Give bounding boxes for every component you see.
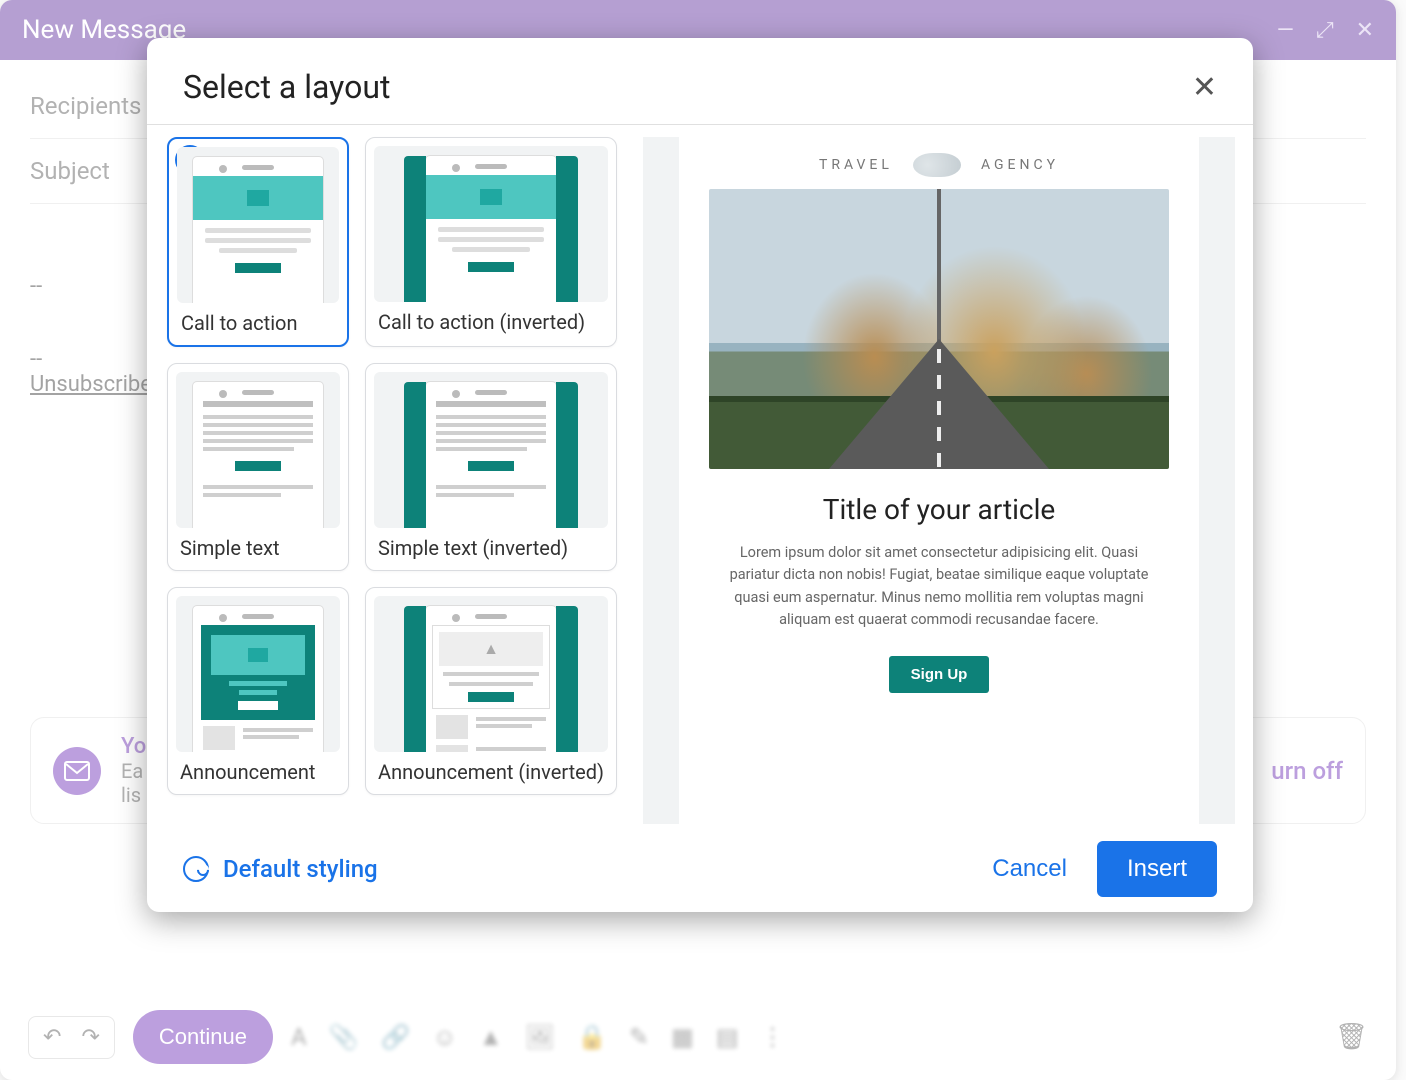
layout-label: Call to action (inverted) [374, 310, 608, 334]
preview-hero-image [709, 189, 1169, 469]
layout-label: Announcement [176, 760, 340, 784]
layout-label: Announcement (inverted) [374, 760, 608, 784]
preview-body: Lorem ipsum dolor sit amet consectetur a… [724, 542, 1154, 632]
cancel-button[interactable]: Cancel [992, 855, 1067, 883]
insert-button[interactable]: Insert [1097, 841, 1217, 897]
layout-preview: TRAVEL AGENCY Title of your article Lore… [643, 137, 1235, 824]
modal-body: ✓ Call to action Call to action (inverte… [147, 125, 1253, 824]
modal-header: Select a layout ✕ [147, 38, 1253, 125]
palette-icon [183, 856, 209, 882]
layout-card-simple-text[interactable]: Simple text [167, 363, 349, 571]
layout-card-simple-text-inverted[interactable]: Simple text (inverted) [365, 363, 617, 571]
layout-selector-modal: Select a layout ✕ ✓ Call to action Call … [147, 38, 1253, 912]
modal-footer: Default styling Cancel Insert [147, 824, 1253, 912]
preview-cta-button[interactable]: Sign Up [889, 656, 990, 693]
preview-brand: TRAVEL AGENCY [709, 153, 1169, 177]
layout-card-call-to-action-inverted[interactable]: Call to action (inverted) [365, 137, 617, 347]
layout-card-call-to-action[interactable]: ✓ Call to action [167, 137, 349, 347]
layout-label: Call to action [177, 311, 339, 335]
layout-card-announcement-inverted[interactable]: ▲ Announcement (inverted) [365, 587, 617, 795]
brand-left: TRAVEL [819, 157, 893, 173]
plane-icon [913, 153, 961, 177]
default-styling-button[interactable]: Default styling [183, 855, 378, 883]
brand-right: AGENCY [981, 157, 1059, 173]
preview-content: TRAVEL AGENCY Title of your article Lore… [679, 137, 1199, 824]
layout-card-announcement[interactable]: Announcement [167, 587, 349, 795]
layout-label: Simple text (inverted) [374, 536, 608, 560]
layout-grid: ✓ Call to action Call to action (inverte… [147, 125, 637, 824]
layout-label: Simple text [176, 536, 340, 560]
default-styling-label: Default styling [223, 855, 378, 883]
preview-title: Title of your article [709, 493, 1169, 526]
close-icon[interactable]: ✕ [1192, 70, 1217, 105]
modal-title: Select a layout [183, 68, 390, 106]
